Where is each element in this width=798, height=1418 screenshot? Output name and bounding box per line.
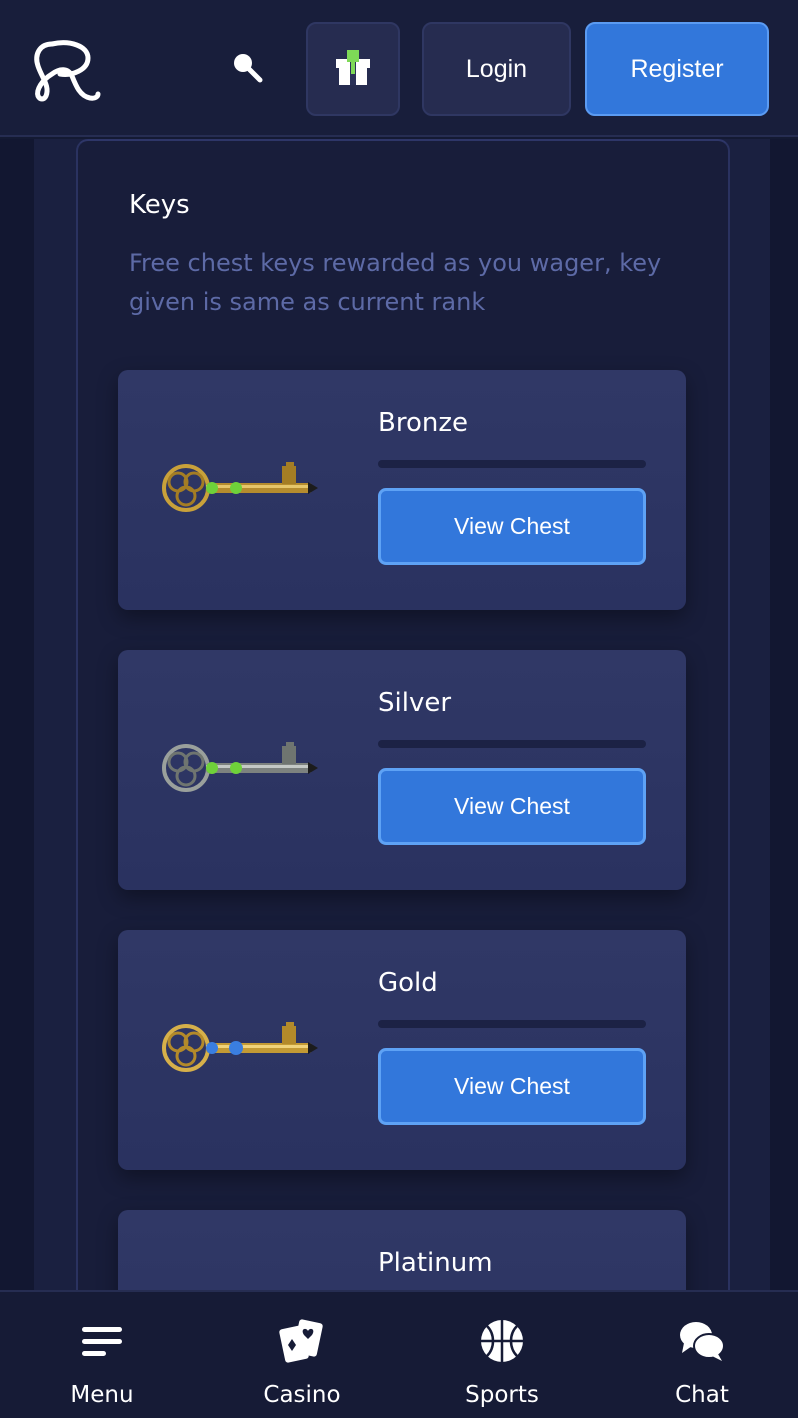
content-edge-right — [770, 139, 798, 1291]
login-button[interactable]: Login — [422, 22, 571, 116]
nav-label: Sports — [465, 1382, 539, 1408]
view-chest-button[interactable]: View Chest — [378, 1048, 646, 1125]
nav-label: Chat — [675, 1382, 729, 1408]
basketball-icon — [477, 1316, 527, 1366]
nav-item-casino[interactable]: Casino — [202, 1292, 402, 1418]
view-chest-button[interactable]: View Chest — [378, 488, 646, 565]
gift-icon — [333, 47, 373, 91]
logo[interactable] — [30, 36, 102, 104]
key-name: Silver — [378, 688, 452, 718]
top-header: Login Register — [0, 0, 798, 137]
keys-title: Keys — [129, 190, 190, 220]
register-button[interactable]: Register — [585, 22, 769, 116]
key-card-gold: Gold View Chest — [118, 930, 686, 1170]
key-progress-bar — [378, 740, 646, 748]
bottom-nav: Menu Casino Sports Chat — [0, 1290, 798, 1418]
gift-button[interactable] — [306, 22, 400, 116]
key-name: Gold — [378, 968, 438, 998]
key-icon — [156, 1008, 322, 1088]
content-edge-left — [0, 139, 34, 1291]
cards-icon — [277, 1316, 327, 1366]
keys-description: Free chest keys rewarded as you wager, k… — [129, 249, 662, 316]
key-icon — [156, 448, 322, 528]
search-button[interactable] — [222, 44, 274, 96]
key-name: Platinum — [378, 1248, 493, 1278]
search-icon — [228, 48, 268, 92]
key-icon — [156, 728, 322, 808]
menu-icon — [77, 1316, 127, 1366]
key-card-bronze: Bronze View Chest — [118, 370, 686, 610]
nav-item-sports[interactable]: Sports — [402, 1292, 602, 1418]
chat-icon — [677, 1316, 727, 1366]
key-progress-bar — [378, 1020, 646, 1028]
nav-label: Menu — [70, 1382, 134, 1408]
key-name: Bronze — [378, 408, 468, 438]
nav-item-menu[interactable]: Menu — [2, 1292, 202, 1418]
key-progress-bar — [378, 460, 646, 468]
nav-item-chat[interactable]: Chat — [602, 1292, 798, 1418]
key-card-silver: Silver View Chest — [118, 650, 686, 890]
view-chest-button[interactable]: View Chest — [378, 768, 646, 845]
nav-label: Casino — [263, 1382, 341, 1408]
